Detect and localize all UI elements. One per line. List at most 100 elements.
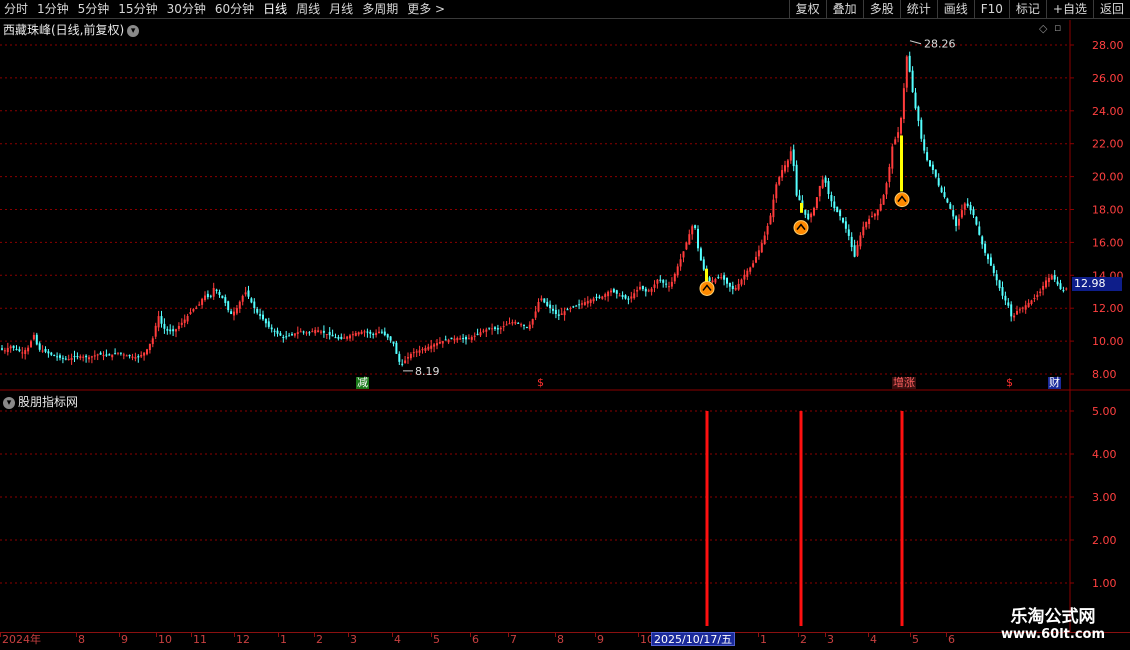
candle-body <box>926 152 929 161</box>
candle-body <box>746 270 749 277</box>
stock-title[interactable]: 西藏珠峰(日线,前复权) ▾ <box>3 21 140 38</box>
f10-button[interactable]: F10 <box>973 0 1009 19</box>
tab-30min[interactable]: 30分钟 <box>163 0 211 19</box>
signal-up-icon <box>894 192 910 208</box>
tab-5min[interactable]: 5分钟 <box>74 0 115 19</box>
candle-body <box>15 349 18 351</box>
candle-body <box>157 316 160 328</box>
settings-pin-icon[interactable]: ▫ <box>1054 21 1061 34</box>
tab-weekly[interactable]: 周线 <box>292 0 325 19</box>
candle-body <box>778 177 781 185</box>
candle-body <box>38 343 41 350</box>
candle-body <box>30 341 32 347</box>
candle-body <box>908 55 911 72</box>
back-button[interactable]: 返回 <box>1092 0 1130 19</box>
candle-body <box>740 279 743 285</box>
overlay-button[interactable]: 叠加 <box>825 0 863 19</box>
signal-up-icon <box>699 280 715 296</box>
candle-body <box>955 216 958 226</box>
candle-body <box>476 333 479 335</box>
marker-dollar[interactable]: $ <box>536 377 545 389</box>
candle-body <box>946 198 949 203</box>
candle-body <box>682 251 685 258</box>
candle-body <box>177 325 180 329</box>
indicator-title[interactable]: ▾ 股朋指标网 <box>3 393 78 410</box>
candle-body <box>1050 275 1053 280</box>
tab-daily[interactable]: 日线 <box>259 0 292 19</box>
candle-body <box>836 206 839 213</box>
candle-body <box>180 322 183 325</box>
mark-button[interactable]: 标记 <box>1008 0 1046 19</box>
candle-body <box>61 357 64 359</box>
chevron-down-icon[interactable]: ▾ <box>127 25 140 37</box>
candle-body <box>659 279 662 281</box>
y-tick-label: 1.00 <box>1092 577 1117 590</box>
candle-body <box>560 313 563 316</box>
candle-body <box>552 308 554 311</box>
candle-body <box>389 336 392 341</box>
candle-body <box>291 334 293 336</box>
y-tick-label: 3.00 <box>1092 491 1117 504</box>
date-tick-label: 7 <box>510 633 517 646</box>
multi-stock-button[interactable]: 多股 <box>862 0 900 19</box>
marker-dollar[interactable]: $ <box>1005 377 1014 389</box>
candle-body <box>789 151 792 161</box>
candle-body <box>934 169 937 177</box>
marker-cai[interactable]: 财 <box>1048 377 1061 389</box>
tab-15min[interactable]: 15分钟 <box>114 0 162 19</box>
candle-body <box>441 340 444 344</box>
candle-body <box>673 273 676 282</box>
date-tick-label: 1 <box>280 633 287 646</box>
tab-multi-period[interactable]: 多周期 <box>358 0 403 19</box>
stock-title-text: 西藏珠峰(日线,前复权) <box>3 23 125 37</box>
candle-body <box>627 298 630 300</box>
candle-body <box>479 332 482 336</box>
candle-body <box>44 348 47 352</box>
candle-body <box>865 222 868 228</box>
marker-jian[interactable]: 减 <box>356 377 369 389</box>
tab-more[interactable]: 更多 > <box>403 0 450 19</box>
candle-body <box>1021 307 1024 309</box>
candle-body <box>914 92 917 109</box>
candle-body <box>937 178 940 186</box>
tab-60min[interactable]: 60分钟 <box>211 0 259 19</box>
candle-body <box>859 235 862 247</box>
candle-body <box>795 164 798 196</box>
candle-body <box>755 256 757 263</box>
candle-body <box>250 298 253 303</box>
candle-body <box>491 328 494 330</box>
candle-body <box>549 304 552 309</box>
candle-body <box>137 356 140 358</box>
tab-monthly[interactable]: 月线 <box>325 0 358 19</box>
chevron-down-icon[interactable]: ▾ <box>3 397 15 409</box>
fuquan-button[interactable]: 复权 <box>788 0 826 19</box>
candle-body <box>688 234 691 245</box>
candle-body <box>354 332 357 336</box>
tab-fenshi[interactable]: 分时 <box>0 0 33 19</box>
candle-body <box>850 236 853 248</box>
tab-1min[interactable]: 1分钟 <box>33 0 74 19</box>
indicator-bar <box>799 411 803 626</box>
kline-chart[interactable]: 28.0026.0024.0022.0020.0018.0016.0014.00… <box>0 20 1130 632</box>
date-tick-label: 4 <box>394 633 401 646</box>
candle-body <box>502 326 505 328</box>
draw-line-button[interactable]: 画线 <box>936 0 974 19</box>
candle-body <box>798 195 801 201</box>
candle-body <box>32 334 35 340</box>
candle-body <box>444 339 447 341</box>
statistics-button[interactable]: 统计 <box>899 0 937 19</box>
low-price-label: 8.19 <box>415 365 440 378</box>
candle-body <box>346 336 349 339</box>
candle-body <box>305 332 308 334</box>
candle-body <box>470 337 473 340</box>
marker-zhang[interactable]: 增涨 <box>892 377 916 389</box>
diamond-icon[interactable]: ◇ <box>1039 22 1047 35</box>
y-tick-label: 24.00 <box>1092 105 1124 118</box>
y-tick-label: 28.00 <box>1092 39 1124 52</box>
candle-body <box>143 352 146 356</box>
add-watchlist-button[interactable]: +自选 <box>1045 0 1093 19</box>
date-tick-label: 12 <box>236 633 250 646</box>
candle-body <box>723 275 726 280</box>
candle-body <box>433 344 436 347</box>
candle-body <box>279 333 282 336</box>
